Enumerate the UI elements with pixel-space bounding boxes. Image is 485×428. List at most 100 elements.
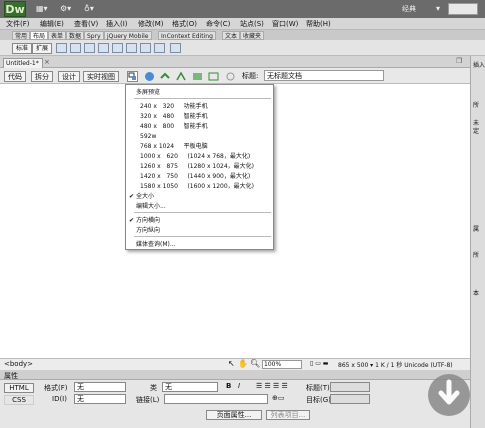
- menu-help[interactable]: 帮助(H): [306, 18, 331, 30]
- insert-tab-incontext[interactable]: InContext Editing: [158, 31, 216, 40]
- file-management-icon[interactable]: [160, 71, 171, 82]
- dropdown-item[interactable]: 1000 x 620 (1024 x 768，最大化): [126, 152, 273, 161]
- dropdown-item[interactable]: 240 x 320 功能手机: [126, 102, 273, 111]
- document-title-input[interactable]: 无标题文档: [264, 70, 384, 81]
- list-icons[interactable]: ☰ ☰ ☰ ☰: [256, 382, 288, 390]
- dropdown-item-label: 320 x 480 智能手机: [140, 113, 208, 120]
- right-panel-insert-tab[interactable]: 插入: [473, 60, 485, 69]
- hand-tool-icon[interactable]: ✋: [238, 359, 248, 368]
- close-tab-icon[interactable]: ×: [44, 58, 50, 66]
- insert-tab-layout[interactable]: 布局: [30, 31, 49, 40]
- id-select[interactable]: 无: [74, 394, 126, 404]
- title-field-label: 标题(T): [306, 384, 330, 392]
- dropdown-item-label: 592w: [140, 133, 157, 140]
- dropdown-item[interactable]: 1420 x 750 (1440 x 900，最大化): [126, 172, 273, 181]
- insert-tab-common[interactable]: 常用: [12, 31, 31, 40]
- insert-tab-forms[interactable]: 表单: [48, 31, 67, 40]
- dropdown-item[interactable]: ✔ 方向横向: [126, 216, 273, 225]
- dropdown-item[interactable]: 320 x 480 智能手机: [126, 112, 273, 121]
- dropdown-item[interactable]: 多屏预览: [126, 88, 273, 97]
- menu-edit[interactable]: 编辑(E): [40, 18, 64, 30]
- help-search-input[interactable]: [448, 3, 478, 15]
- list-item-button[interactable]: 列表项目...: [266, 410, 310, 420]
- menu-format[interactable]: 格式(O): [172, 18, 197, 30]
- workspace-dropdown-icon[interactable]: ▾: [436, 3, 446, 15]
- standard-mode-button[interactable]: 标准: [12, 43, 33, 54]
- dropdown-item[interactable]: 1260 x 875 (1280 x 1024，最大化): [126, 162, 273, 171]
- css-mode-button[interactable]: CSS: [4, 395, 34, 405]
- refresh-icon[interactable]: [225, 71, 236, 82]
- dropdown-item[interactable]: ✔ 全大小: [126, 192, 273, 201]
- bold-button[interactable]: B: [226, 382, 231, 390]
- menu-window[interactable]: 窗口(W): [272, 18, 298, 30]
- target-label: 目标(G): [306, 396, 331, 404]
- insert-tab-favorites[interactable]: 收藏夹: [240, 31, 265, 40]
- visual-aids-icon[interactable]: [176, 71, 187, 82]
- class-select[interactable]: 无: [162, 382, 218, 392]
- target-select[interactable]: [330, 394, 370, 404]
- zoom-tool-icon[interactable]: 🔍︎: [250, 359, 260, 368]
- dropdown-item[interactable]: 编辑大小...: [126, 202, 273, 211]
- italic-button[interactable]: I: [238, 382, 240, 390]
- site-icon[interactable]: ♁▾: [84, 3, 104, 15]
- code-view-button[interactable]: 代码: [4, 71, 26, 82]
- dropdown-item-label: 240 x 320 功能手机: [140, 103, 208, 110]
- insert-tab-spry[interactable]: Spry: [84, 31, 104, 40]
- html-mode-button[interactable]: HTML: [4, 383, 34, 393]
- menu-commands[interactable]: 命令(C): [206, 18, 230, 30]
- dropdown-item-label: 方向纵向: [136, 227, 161, 234]
- insert-tab-data[interactable]: 数据: [66, 31, 85, 40]
- live-view-button[interactable]: 实时视图: [83, 71, 119, 82]
- insert-table-icon[interactable]: [98, 43, 109, 53]
- device-icons[interactable]: ▯ ▭ ▬: [310, 360, 328, 367]
- multiscreen-icon[interactable]: [127, 71, 138, 82]
- tag-selector[interactable]: <body>: [4, 360, 33, 368]
- dropdown-item[interactable]: 592w: [126, 132, 273, 141]
- menu-insert[interactable]: 插入(I): [106, 18, 128, 30]
- insert-spry-accordion-icon[interactable]: [154, 43, 165, 53]
- document-tab[interactable]: Untitled-1*: [3, 58, 43, 68]
- preview-browser-icon[interactable]: [144, 71, 155, 82]
- title-field[interactable]: [330, 382, 370, 392]
- restore-window-icon[interactable]: ❐: [456, 57, 462, 65]
- page-properties-button[interactable]: 页面属性...: [206, 410, 262, 420]
- zoom-select[interactable]: 100%: [262, 360, 302, 369]
- dropdown-item[interactable]: 方向纵向: [126, 226, 273, 235]
- download-icon[interactable]: [428, 374, 470, 416]
- validate-icon[interactable]: [208, 71, 219, 82]
- insert-tab-text[interactable]: 文本: [222, 31, 241, 40]
- dropdown-item[interactable]: 768 x 1024 平板电脑: [126, 142, 273, 151]
- insert-div-icon[interactable]: [56, 43, 67, 53]
- dropdown-item[interactable]: 媒体查询(M)...: [126, 240, 273, 249]
- design-view-button[interactable]: 设计: [58, 71, 80, 82]
- insert-frame-icon[interactable]: [112, 43, 123, 53]
- insert-spry-icon[interactable]: [126, 43, 137, 53]
- dropdown-item-label: 768 x 1024 平板电脑: [140, 143, 208, 150]
- dropdown-item[interactable]: 480 x 800 智能手机: [126, 122, 273, 131]
- dropdown-item-label: 多屏预览: [136, 89, 161, 96]
- workspace-switcher[interactable]: 经典: [402, 3, 436, 15]
- insert-spry-tabs-icon[interactable]: [140, 43, 151, 53]
- dropdown-item[interactable]: 1580 x 1050 (1600 x 1200，最大化): [126, 182, 273, 191]
- insert-fluid-grid-icon[interactable]: [84, 43, 95, 53]
- expanded-mode-button[interactable]: 扩展: [32, 43, 53, 54]
- id-label: ID(I): [52, 395, 67, 403]
- menu-modify[interactable]: 修改(M): [138, 18, 164, 30]
- right-panel-properties-tab[interactable]: 属: [473, 224, 479, 233]
- menu-file[interactable]: 文件(F): [6, 18, 30, 30]
- insert-tab-jquery-mobile[interactable]: jQuery Mobile: [104, 31, 152, 40]
- split-view-button[interactable]: 拆分: [31, 71, 53, 82]
- insert-iframe-icon[interactable]: [170, 43, 181, 53]
- point-to-file-icon[interactable]: ⊕▭: [272, 394, 284, 402]
- menu-site[interactable]: 站点(S): [240, 18, 264, 30]
- insert-ap-div-icon[interactable]: [70, 43, 81, 53]
- extend-gear-icon[interactable]: ⚙▾: [60, 3, 80, 15]
- check-browser-icon[interactable]: [192, 71, 203, 82]
- link-input[interactable]: [164, 394, 268, 404]
- menu-separator: [134, 236, 271, 237]
- layout-menu-icon[interactable]: ▦▾: [36, 3, 56, 15]
- menu-view[interactable]: 查看(V): [74, 18, 98, 30]
- format-select[interactable]: 无: [74, 382, 126, 392]
- document-toolbar: 代码 拆分 设计 实时视图: [0, 68, 470, 84]
- select-tool-icon[interactable]: ↖: [228, 359, 235, 368]
